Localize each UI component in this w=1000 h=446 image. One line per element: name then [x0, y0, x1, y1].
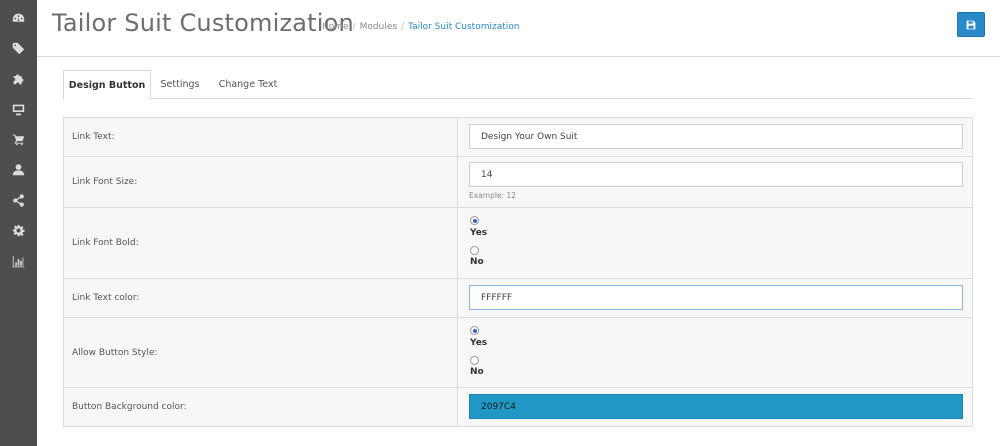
link-font-bold-yes-radio[interactable]: [470, 216, 479, 225]
link-text-input[interactable]: Design Your Own Suit: [469, 124, 963, 149]
link-font-bold-no-label[interactable]: No: [470, 257, 484, 267]
breadcrumb-separator: /: [401, 22, 405, 32]
cart-icon[interactable]: [0, 124, 37, 154]
tab-bar: Design Button Settings Change Text: [63, 70, 973, 100]
allow-button-style-yes-label[interactable]: Yes: [470, 338, 487, 348]
allow-button-style-no-radio[interactable]: [470, 356, 479, 365]
save-button[interactable]: [957, 12, 985, 37]
tab-settings[interactable]: Settings: [156, 70, 204, 99]
button-bg-color-label: Button Background color:: [64, 388, 458, 426]
design-button-form: Link Text: Design Your Own Suit Link Fon…: [63, 117, 973, 427]
button-bg-color-input[interactable]: 2097C4: [469, 394, 963, 419]
bar-chart-icon[interactable]: [0, 246, 37, 276]
link-font-bold-label: Link Font Bold:: [64, 208, 458, 278]
form-row-button-bg-color: Button Background color: 2097C4: [64, 388, 972, 426]
link-font-bold-yes-label[interactable]: Yes: [470, 228, 487, 238]
link-font-size-help: Example: 12: [469, 191, 516, 200]
allow-button-style-no-label[interactable]: No: [470, 367, 484, 377]
link-text-value-cell: Design Your Own Suit: [459, 118, 972, 156]
link-text-color-label: Link Text color:: [64, 279, 458, 317]
form-row-link-font-size: Link Font Size: 14 Example: 12: [64, 157, 972, 208]
link-text-color-value-cell: FFFFFF: [459, 279, 972, 317]
breadcrumb-separator: /: [352, 22, 356, 32]
tags-icon[interactable]: [0, 33, 37, 63]
tab-design-button[interactable]: Design Button: [63, 70, 151, 100]
breadcrumb-home[interactable]: Home: [322, 22, 349, 32]
allow-button-style-value-cell: Yes No: [459, 318, 972, 387]
breadcrumb-modules[interactable]: Modules: [360, 22, 397, 32]
form-row-link-text-color: Link Text color: FFFFFF: [64, 279, 972, 318]
page-header: Tailor Suit Customization Home / Modules / T…: [37, 0, 1000, 57]
breadcrumb-current[interactable]: Tailor Suit Customization: [408, 22, 519, 32]
save-icon: [966, 20, 976, 29]
allow-button-style-label: Allow Button Style:: [64, 318, 458, 387]
gear-icon[interactable]: [0, 215, 37, 245]
link-text-color-input[interactable]: FFFFFF: [469, 285, 963, 310]
monitor-icon[interactable]: [0, 94, 37, 124]
form-row-link-font-bold: Link Font Bold: Yes No: [64, 208, 972, 279]
tab-change-text[interactable]: Change Text: [216, 70, 280, 99]
link-font-bold-value-cell: Yes No: [459, 208, 972, 278]
page-title: Tailor Suit Customization: [52, 9, 354, 37]
puzzle-icon[interactable]: [0, 63, 37, 93]
allow-button-style-yes-radio[interactable]: [470, 326, 479, 335]
link-font-size-value-cell: 14 Example: 12: [459, 157, 972, 207]
link-font-size-label: Link Font Size:: [64, 157, 458, 207]
button-bg-color-value-cell: 2097C4: [459, 388, 972, 426]
link-font-size-input[interactable]: 14: [469, 162, 963, 187]
share-icon[interactable]: [0, 185, 37, 215]
link-text-label: Link Text:: [64, 118, 458, 156]
sidebar: [0, 0, 37, 446]
breadcrumb: Home / Modules / Tailor Suit Customization: [322, 22, 519, 32]
link-font-bold-no-radio[interactable]: [470, 246, 479, 255]
form-row-allow-button-style: Allow Button Style: Yes No: [64, 318, 972, 388]
form-row-link-text: Link Text: Design Your Own Suit: [64, 118, 972, 157]
user-icon[interactable]: [0, 154, 37, 184]
dashboard-icon[interactable]: [0, 3, 37, 33]
